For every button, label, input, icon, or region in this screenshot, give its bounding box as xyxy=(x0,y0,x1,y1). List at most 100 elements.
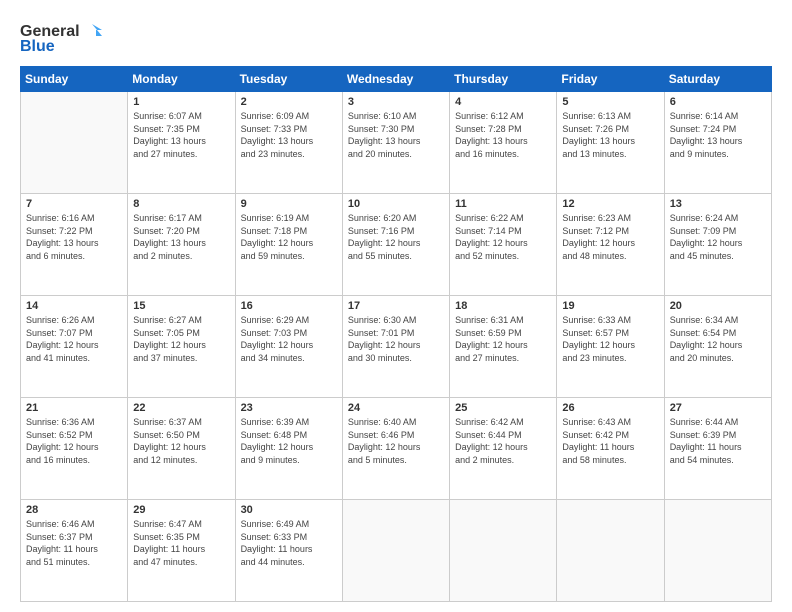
day-info: Sunrise: 6:39 AMSunset: 6:48 PMDaylight:… xyxy=(241,416,337,466)
header: General Blue xyxy=(20,18,772,56)
calendar-cell: 4 Sunrise: 6:12 AMSunset: 7:28 PMDaylight… xyxy=(450,92,557,194)
day-number: 27 xyxy=(670,402,766,414)
week-row-4: 28 Sunrise: 6:46 AMSunset: 6:37 PMDayligh… xyxy=(21,500,772,602)
day-info: Sunrise: 6:10 AMSunset: 7:30 PMDaylight:… xyxy=(348,110,444,160)
day-number: 28 xyxy=(26,504,122,516)
day-info: Sunrise: 6:43 AMSunset: 6:42 PMDaylight:… xyxy=(562,416,658,466)
page: General Blue Sunday Monday Tuesday Wedne… xyxy=(0,0,792,612)
day-info: Sunrise: 6:42 AMSunset: 6:44 PMDaylight:… xyxy=(455,416,551,466)
day-info: Sunrise: 6:22 AMSunset: 7:14 PMDaylight:… xyxy=(455,212,551,262)
calendar-cell xyxy=(342,500,449,602)
calendar-cell: 27 Sunrise: 6:44 AMSunset: 6:39 PMDayligh… xyxy=(664,398,771,500)
day-info: Sunrise: 6:27 AMSunset: 7:05 PMDaylight:… xyxy=(133,314,229,364)
calendar-cell: 9 Sunrise: 6:19 AMSunset: 7:18 PMDaylight… xyxy=(235,194,342,296)
calendar-cell: 28 Sunrise: 6:46 AMSunset: 6:37 PMDayligh… xyxy=(21,500,128,602)
day-number: 2 xyxy=(241,96,337,108)
day-info: Sunrise: 6:30 AMSunset: 7:01 PMDaylight:… xyxy=(348,314,444,364)
day-number: 1 xyxy=(133,96,229,108)
calendar-cell: 19 Sunrise: 6:33 AMSunset: 6:57 PMDayligh… xyxy=(557,296,664,398)
week-row-1: 7 Sunrise: 6:16 AMSunset: 7:22 PMDaylight… xyxy=(21,194,772,296)
day-number: 20 xyxy=(670,300,766,312)
day-number: 4 xyxy=(455,96,551,108)
day-info: Sunrise: 6:26 AMSunset: 7:07 PMDaylight:… xyxy=(26,314,122,364)
day-number: 12 xyxy=(562,198,658,210)
day-info: Sunrise: 6:33 AMSunset: 6:57 PMDaylight:… xyxy=(562,314,658,364)
col-thursday: Thursday xyxy=(450,67,557,92)
week-row-3: 21 Sunrise: 6:36 AMSunset: 6:52 PMDayligh… xyxy=(21,398,772,500)
calendar-cell: 8 Sunrise: 6:17 AMSunset: 7:20 PMDaylight… xyxy=(128,194,235,296)
calendar-cell: 2 Sunrise: 6:09 AMSunset: 7:33 PMDaylight… xyxy=(235,92,342,194)
calendar-cell: 10 Sunrise: 6:20 AMSunset: 7:16 PMDayligh… xyxy=(342,194,449,296)
day-number: 23 xyxy=(241,402,337,414)
day-info: Sunrise: 6:46 AMSunset: 6:37 PMDaylight:… xyxy=(26,518,122,568)
calendar-cell: 14 Sunrise: 6:26 AMSunset: 7:07 PMDayligh… xyxy=(21,296,128,398)
calendar-cell xyxy=(21,92,128,194)
logo: General Blue xyxy=(20,22,102,56)
day-number: 17 xyxy=(348,300,444,312)
day-info: Sunrise: 6:29 AMSunset: 7:03 PMDaylight:… xyxy=(241,314,337,364)
day-number: 10 xyxy=(348,198,444,210)
day-info: Sunrise: 6:44 AMSunset: 6:39 PMDaylight:… xyxy=(670,416,766,466)
calendar-cell: 29Sunrise: 6:47 AMSunset: 6:35 PMDayligh… xyxy=(128,500,235,602)
day-info: Sunrise: 6:16 AMSunset: 7:22 PMDaylight:… xyxy=(26,212,122,262)
day-number: 24 xyxy=(348,402,444,414)
day-number: 8 xyxy=(133,198,229,210)
calendar-cell: 13 Sunrise: 6:24 AMSunset: 7:09 PMDayligh… xyxy=(664,194,771,296)
calendar-cell xyxy=(450,500,557,602)
day-number: 15 xyxy=(133,300,229,312)
day-number: 26 xyxy=(562,402,658,414)
calendar-cell: 23 Sunrise: 6:39 AMSunset: 6:48 PMDayligh… xyxy=(235,398,342,500)
day-info: Sunrise: 6:07 AMSunset: 7:35 PMDaylight:… xyxy=(133,110,229,160)
calendar-cell: 1 Sunrise: 6:07 AMSunset: 7:35 PMDaylight… xyxy=(128,92,235,194)
day-info: Sunrise: 6:23 AMSunset: 7:12 PMDaylight:… xyxy=(562,212,658,262)
calendar-table: Sunday Monday Tuesday Wednesday Thursday… xyxy=(20,66,772,602)
calendar-cell xyxy=(557,500,664,602)
day-number: 21 xyxy=(26,402,122,414)
day-info: Sunrise: 6:24 AMSunset: 7:09 PMDaylight:… xyxy=(670,212,766,262)
day-info: Sunrise: 6:31 AMSunset: 6:59 PMDaylight:… xyxy=(455,314,551,364)
day-info: Sunrise: 6:19 AMSunset: 7:18 PMDaylight:… xyxy=(241,212,337,262)
day-info: Sunrise: 6:37 AMSunset: 6:50 PMDaylight:… xyxy=(133,416,229,466)
day-info: Sunrise: 6:09 AMSunset: 7:33 PMDaylight:… xyxy=(241,110,337,160)
calendar-cell: 26 Sunrise: 6:43 AMSunset: 6:42 PMDayligh… xyxy=(557,398,664,500)
col-saturday: Saturday xyxy=(664,67,771,92)
calendar-cell: 11 Sunrise: 6:22 AMSunset: 7:14 PMDayligh… xyxy=(450,194,557,296)
day-number: 18 xyxy=(455,300,551,312)
day-info: Sunrise: 6:20 AMSunset: 7:16 PMDaylight:… xyxy=(348,212,444,262)
col-sunday: Sunday xyxy=(21,67,128,92)
day-number: 29 xyxy=(133,504,229,516)
calendar-cell xyxy=(664,500,771,602)
col-wednesday: Wednesday xyxy=(342,67,449,92)
calendar-cell: 22 Sunrise: 6:37 AMSunset: 6:50 PMDayligh… xyxy=(128,398,235,500)
calendar-cell: 17 Sunrise: 6:30 AMSunset: 7:01 PMDayligh… xyxy=(342,296,449,398)
day-info: Sunrise: 6:36 AMSunset: 6:52 PMDaylight:… xyxy=(26,416,122,466)
calendar-cell: 6Sunrise: 6:14 AMSunset: 7:24 PMDaylight… xyxy=(664,92,771,194)
calendar-cell: 16 Sunrise: 6:29 AMSunset: 7:03 PMDayligh… xyxy=(235,296,342,398)
day-number: 16 xyxy=(241,300,337,312)
day-number: 22 xyxy=(133,402,229,414)
day-info: Sunrise: 6:49 AMSunset: 6:33 PMDaylight:… xyxy=(241,518,337,568)
day-number: 7 xyxy=(26,198,122,210)
day-number: 14 xyxy=(26,300,122,312)
calendar-cell: 12 Sunrise: 6:23 AMSunset: 7:12 PMDayligh… xyxy=(557,194,664,296)
day-number: 13 xyxy=(670,198,766,210)
day-number: 9 xyxy=(241,198,337,210)
calendar-cell: 5Sunrise: 6:13 AMSunset: 7:26 PMDaylight… xyxy=(557,92,664,194)
day-number: 6 xyxy=(670,96,766,108)
calendar-cell: 15 Sunrise: 6:27 AMSunset: 7:05 PMDayligh… xyxy=(128,296,235,398)
calendar-cell: 3 Sunrise: 6:10 AMSunset: 7:30 PMDaylight… xyxy=(342,92,449,194)
calendar-cell: 7 Sunrise: 6:16 AMSunset: 7:22 PMDaylight… xyxy=(21,194,128,296)
day-info: Sunrise: 6:40 AMSunset: 6:46 PMDaylight:… xyxy=(348,416,444,466)
day-number: 11 xyxy=(455,198,551,210)
logo-line2: Blue xyxy=(20,38,55,56)
calendar-cell: 24 Sunrise: 6:40 AMSunset: 6:46 PMDayligh… xyxy=(342,398,449,500)
calendar-cell: 18 Sunrise: 6:31 AMSunset: 6:59 PMDayligh… xyxy=(450,296,557,398)
day-info: Sunrise: 6:12 AMSunset: 7:28 PMDaylight:… xyxy=(455,110,551,160)
day-number: 3 xyxy=(348,96,444,108)
day-info: Sunrise: 6:34 AMSunset: 6:54 PMDaylight:… xyxy=(670,314,766,364)
calendar-cell: 21 Sunrise: 6:36 AMSunset: 6:52 PMDayligh… xyxy=(21,398,128,500)
day-info: Sunrise: 6:17 AMSunset: 7:20 PMDaylight:… xyxy=(133,212,229,262)
day-number: 5 xyxy=(562,96,658,108)
day-number: 19 xyxy=(562,300,658,312)
day-number: 25 xyxy=(455,402,551,414)
